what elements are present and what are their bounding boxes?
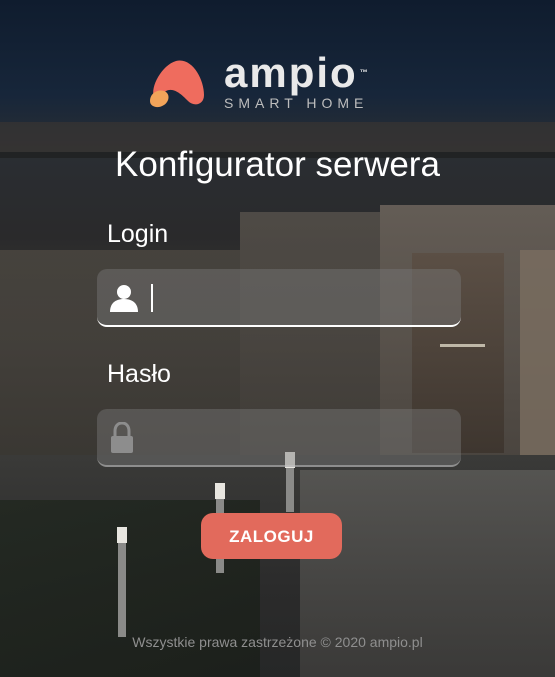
login-label: Login [107,220,169,248]
lock-icon [109,421,135,459]
garden-lamp [117,527,127,637]
login-field[interactable] [97,269,461,327]
user-icon [109,282,139,317]
background-door-handle [440,344,485,347]
footer-copyright: Wszystkie prawa zastrzeżone © 2020 ampio… [132,634,423,650]
ampio-mark-icon [150,60,204,108]
login-input[interactable] [149,279,443,317]
password-label: Hasło [107,360,171,388]
background-window [520,250,555,460]
login-screen: ampio ™ SMART HOME Konfigurator serwera L… [0,0,555,677]
password-input[interactable] [149,419,443,457]
brand-name: ampio ™ [224,49,370,96]
ampio-logo: ampio ™ SMART HOME [148,49,370,111]
brand-tagline: SMART HOME [224,95,369,111]
page-title: Konfigurator serwera [115,145,440,184]
login-button[interactable]: ZALOGUJ [201,513,342,559]
password-field[interactable] [97,409,461,467]
